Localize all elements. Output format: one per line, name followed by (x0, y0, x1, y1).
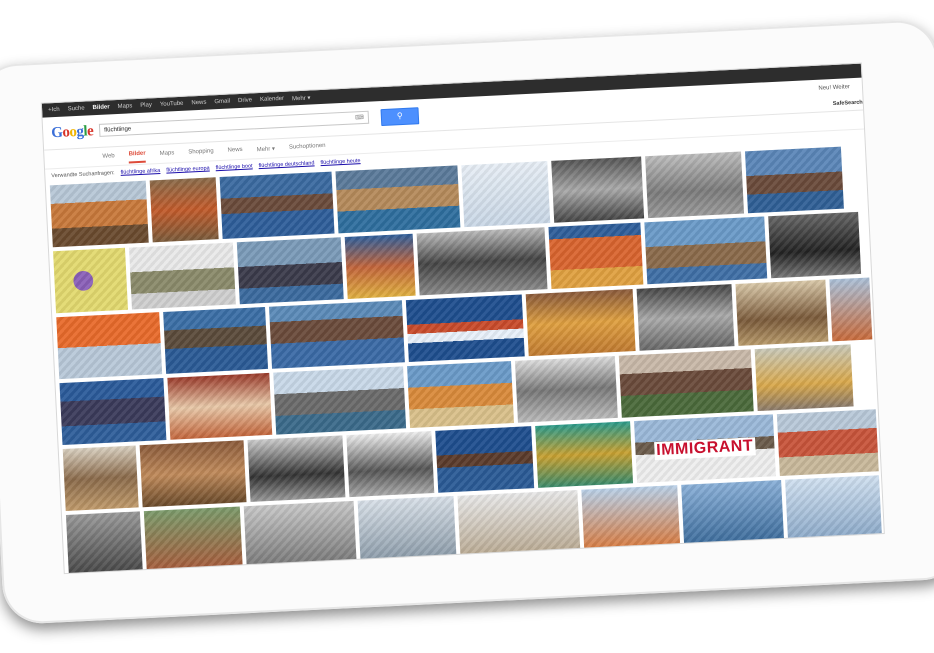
image-thumbnail[interactable] (785, 475, 883, 542)
image-thumbnail[interactable] (243, 500, 357, 569)
image-thumbnail[interactable] (581, 485, 681, 552)
search-button[interactable]: ⚲ (380, 107, 420, 127)
image-thumbnail[interactable] (457, 489, 581, 558)
topbar-item[interactable]: Kalender (260, 96, 284, 103)
search-query: flüchtlinge (104, 126, 132, 134)
image-thumbnail[interactable] (149, 177, 219, 243)
image-thumbnail[interactable] (407, 361, 514, 429)
image-thumbnail[interactable] (236, 237, 344, 305)
image-thumbnail[interactable] (344, 233, 416, 299)
tab-maps[interactable]: Maps (159, 146, 175, 161)
search-input[interactable]: flüchtlinge ⌨ (98, 110, 370, 137)
tab-search-options[interactable]: Suchoptionen (289, 139, 326, 155)
image-thumbnail[interactable] (405, 294, 525, 363)
image-thumbnail[interactable] (534, 421, 633, 488)
image-thumbnail-immigrant[interactable]: IMMIGRANT (633, 414, 776, 484)
image-thumbnail[interactable] (143, 506, 243, 574)
topbar-item-active[interactable]: Bilder (92, 104, 109, 111)
image-thumbnail[interactable] (62, 445, 140, 511)
topbar-item[interactable]: Drive (238, 97, 252, 104)
topbar-item[interactable]: YouTube (160, 101, 184, 108)
topbar-item[interactable]: +Ich (48, 107, 60, 114)
image-thumbnail[interactable] (645, 151, 745, 219)
image-thumbnail[interactable] (53, 247, 128, 314)
tab-more[interactable]: Mehr ▾ (256, 141, 275, 157)
image-thumbnail[interactable] (346, 431, 435, 498)
image-thumbnail[interactable] (681, 479, 785, 547)
related-link[interactable]: flüchtlinge europa (166, 166, 210, 174)
image-thumbnail[interactable] (128, 242, 236, 310)
image-thumbnail[interactable] (636, 284, 735, 351)
tab-bilder[interactable]: Bilder (128, 146, 147, 164)
image-thumbnail[interactable] (167, 372, 273, 440)
google-logo[interactable]: Google (51, 123, 94, 142)
related-link[interactable]: flüchtlinge boot (216, 163, 253, 171)
image-thumbnail[interactable] (618, 349, 754, 418)
browser-screen: +Ich Suche Bilder Maps Play YouTube News… (40, 62, 885, 575)
related-link[interactable]: flüchtlinge afrika (120, 168, 160, 176)
topbar-item[interactable]: Suche (68, 106, 85, 113)
signin-link[interactable]: Neu! Weiter (818, 84, 850, 92)
image-thumbnail[interactable] (548, 222, 644, 289)
image-thumbnail[interactable] (357, 496, 457, 563)
tab-news[interactable]: News (227, 143, 243, 158)
image-thumbnail[interactable] (269, 300, 405, 369)
image-thumbnail[interactable] (461, 161, 551, 228)
image-thumbnail[interactable] (735, 279, 829, 346)
image-thumbnail[interactable] (162, 306, 269, 374)
tablet-frame: +Ich Suche Bilder Maps Play YouTube News… (0, 18, 934, 626)
topbar-item[interactable]: Mehr ▾ (292, 94, 311, 102)
topbar-item[interactable]: Gmail (214, 98, 230, 105)
image-thumbnail[interactable] (335, 165, 461, 234)
image-thumbnail[interactable] (644, 216, 768, 285)
safesearch-button[interactable]: SafeSearch (833, 100, 863, 107)
related-link[interactable]: flüchtlinge heute (320, 158, 360, 166)
image-thumbnail[interactable] (247, 435, 346, 502)
tab-shopping[interactable]: Shopping (188, 144, 214, 159)
image-results-grid: IMMIGRANT (49, 146, 883, 575)
image-thumbnail[interactable] (49, 180, 149, 248)
image-thumbnail[interactable] (525, 289, 636, 357)
image-thumbnail[interactable] (829, 277, 873, 342)
topbar-item[interactable]: Maps (117, 103, 132, 110)
image-thumbnail[interactable] (65, 511, 143, 575)
related-label: Verwandte Suchanfragen: (51, 170, 115, 180)
magnifier-icon: ⚲ (396, 111, 403, 121)
immigrant-sign-text: IMMIGRANT (653, 437, 756, 461)
topbar-item[interactable]: News (191, 100, 206, 107)
image-thumbnail[interactable] (514, 355, 618, 423)
image-thumbnail[interactable] (59, 378, 167, 446)
image-thumbnail[interactable] (551, 156, 645, 223)
image-thumbnail[interactable] (273, 366, 407, 435)
image-thumbnail[interactable] (768, 211, 862, 279)
topbar-item[interactable]: Play (140, 102, 152, 109)
image-thumbnail[interactable] (435, 426, 534, 493)
image-thumbnail[interactable] (744, 146, 844, 214)
tab-web[interactable]: Web (102, 149, 115, 164)
image-thumbnail[interactable] (754, 344, 854, 412)
keyboard-icon[interactable]: ⌨ (355, 112, 364, 125)
image-thumbnail[interactable] (56, 312, 162, 380)
image-thumbnail[interactable] (776, 409, 879, 477)
image-thumbnail[interactable] (219, 171, 335, 239)
related-link[interactable]: flüchtlinge deutschland (258, 160, 314, 169)
image-thumbnail[interactable] (140, 440, 247, 508)
image-thumbnail[interactable] (416, 227, 548, 296)
